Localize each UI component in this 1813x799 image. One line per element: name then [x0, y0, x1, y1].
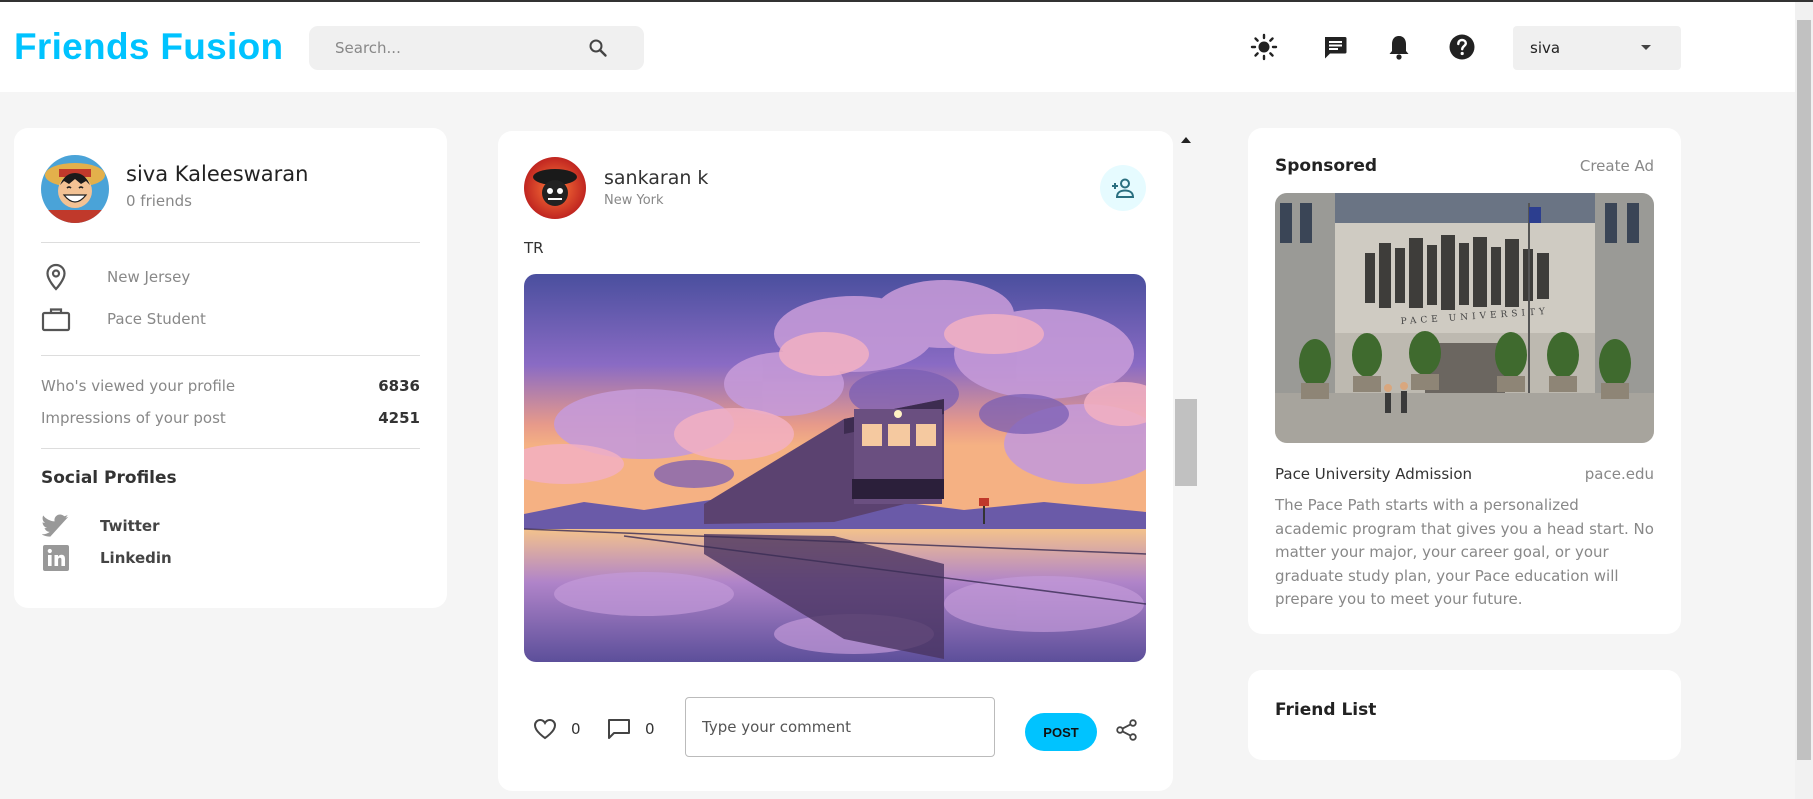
chevron-down-icon: [1641, 45, 1651, 50]
stat-value: 6836: [378, 377, 420, 395]
app-logo[interactable]: Friends Fusion: [14, 26, 283, 68]
scroll-up-arrow-icon[interactable]: [1181, 137, 1191, 143]
profile-card: siva Kaleeswaran 0 friends New Jersey Pa…: [14, 128, 447, 608]
window-scrollbar-thumb[interactable]: [1797, 20, 1811, 760]
comment-field[interactable]: [685, 697, 995, 757]
post-image[interactable]: [524, 274, 1146, 662]
like-button[interactable]: 0: [533, 714, 581, 744]
profile-location-row: New Jersey: [41, 262, 420, 292]
user-dropdown[interactable]: siva: [1513, 26, 1681, 70]
profile-name[interactable]: siva Kaleeswaran: [126, 162, 309, 186]
stat-post-impressions: Impressions of your post 4251: [41, 409, 420, 431]
feed-scrollbar-thumb[interactable]: [1175, 399, 1197, 486]
comment-count: 0: [645, 720, 655, 738]
sponsored-card: Sponsored Create Ad PACE UNIVERSITY Pace…: [1248, 128, 1681, 634]
post-author-location: New York: [604, 193, 664, 208]
divider: [41, 242, 420, 243]
avatar[interactable]: [41, 155, 109, 223]
message-icon[interactable]: [1320, 32, 1350, 62]
sponsored-ad-name[interactable]: Pace University Admission: [1275, 465, 1472, 483]
stat-profile-views: Who's viewed your profile 6836: [41, 377, 420, 399]
share-icon[interactable]: [1114, 717, 1140, 743]
comment-input[interactable]: [687, 699, 993, 755]
linkedin-icon: [41, 543, 71, 573]
linkedin-label[interactable]: Linkedin: [100, 549, 172, 567]
comment-button[interactable]: 0: [607, 714, 655, 744]
briefcase-icon: [41, 304, 71, 334]
stat-label: Impressions of your post: [41, 409, 226, 427]
notification-bell-icon[interactable]: [1384, 32, 1414, 62]
twitter-label[interactable]: Twitter: [100, 517, 160, 535]
friend-list-card: Friend List: [1248, 670, 1681, 760]
twitter-icon: [41, 511, 71, 541]
user-dropdown-value: siva: [1530, 39, 1561, 57]
post-author-avatar[interactable]: [524, 157, 586, 219]
search-icon[interactable]: [588, 38, 608, 58]
profile-occupation: Pace Student: [107, 310, 206, 328]
post-author-name[interactable]: sankaran k: [604, 167, 708, 189]
sponsored-image[interactable]: PACE UNIVERSITY: [1275, 193, 1654, 443]
create-ad-link[interactable]: Create Ad: [1580, 157, 1654, 175]
search-input[interactable]: Search...: [335, 39, 401, 57]
search-bar[interactable]: Search...: [309, 26, 644, 70]
window-scrollbar[interactable]: [1795, 2, 1813, 799]
location-pin-icon: [41, 262, 71, 292]
sponsored-heading: Sponsored: [1275, 156, 1378, 176]
like-count: 0: [571, 720, 581, 738]
light-mode-icon[interactable]: [1249, 32, 1279, 62]
social-profiles-heading: Social Profiles: [41, 468, 177, 488]
sponsored-ad-description: The Pace Path starts with a personalized…: [1275, 496, 1654, 608]
person-add-icon: [1112, 178, 1135, 198]
profile-occupation-row: Pace Student: [41, 304, 420, 334]
social-twitter[interactable]: Twitter: [41, 511, 291, 541]
feed-scrollbar[interactable]: [1175, 129, 1197, 799]
divider: [41, 355, 420, 356]
add-friend-button[interactable]: [1100, 165, 1146, 211]
post-text: TR: [524, 239, 544, 257]
friend-list-heading: Friend List: [1275, 700, 1377, 720]
divider: [41, 448, 420, 449]
social-linkedin[interactable]: Linkedin: [41, 543, 291, 573]
sponsored-ad-site[interactable]: pace.edu: [1585, 465, 1654, 483]
profile-location: New Jersey: [107, 268, 191, 286]
stat-label: Who's viewed your profile: [41, 377, 236, 395]
navbar: Friends Fusion Search... siva: [0, 2, 1795, 92]
post-card: sankaran k New York TR 0 0 Type your com…: [498, 131, 1173, 791]
help-icon[interactable]: [1447, 32, 1477, 62]
stat-value: 4251: [378, 409, 420, 427]
comment-icon: [608, 719, 630, 739]
profile-friends-count: 0 friends: [126, 192, 192, 210]
heart-icon: [533, 718, 557, 740]
post-comment-button[interactable]: POST: [1025, 713, 1097, 751]
